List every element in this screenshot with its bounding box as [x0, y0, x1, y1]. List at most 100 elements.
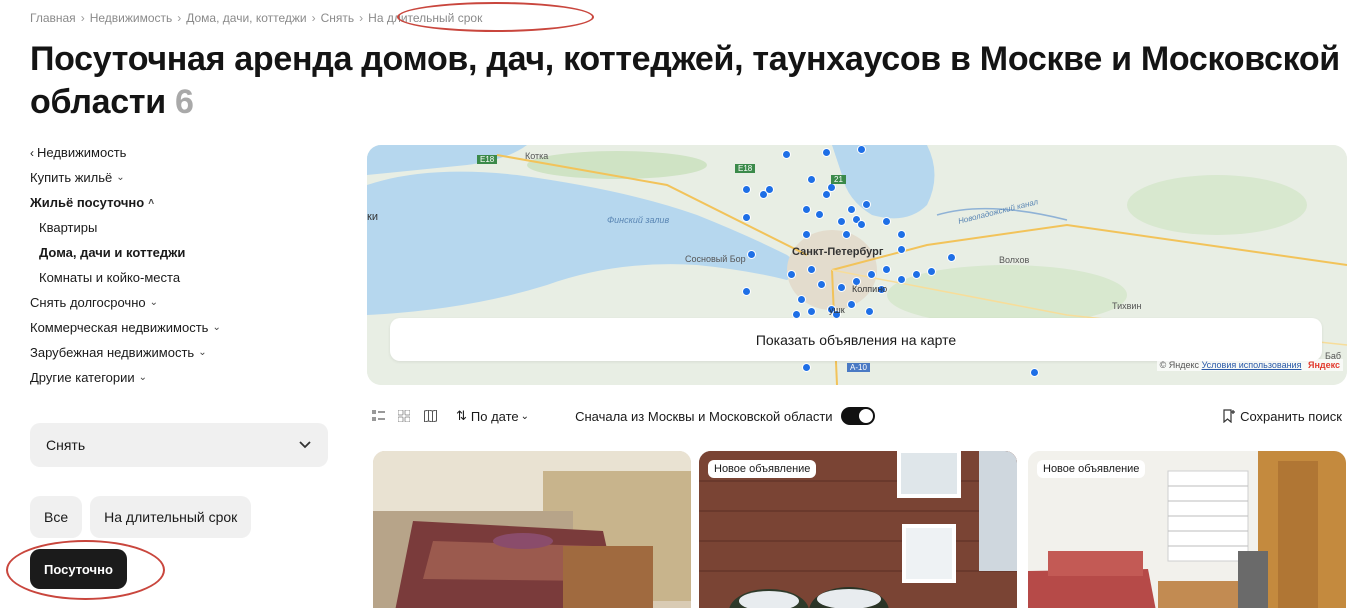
bookmark-plus-icon: [1223, 409, 1236, 423]
map-pin[interactable]: [897, 230, 906, 239]
deal-type-value: Снять: [46, 437, 86, 453]
sidebar-item-label: Снять долгосрочно: [30, 295, 146, 310]
map-label-sosnovy-bor: Сосновый Бор: [685, 254, 746, 264]
save-search-button[interactable]: Сохранить поиск: [1223, 409, 1342, 424]
breadcrumb-houses[interactable]: Дома, дачи, коттеджи: [186, 11, 306, 25]
period-daily-button[interactable]: Посуточно: [30, 549, 127, 589]
sidebar-item-daily[interactable]: Жильё посуточно ˄: [30, 190, 330, 215]
sidebar-item-buy[interactable]: Купить жильё ⌄: [30, 165, 330, 190]
map-label-gulf: Финский залив: [607, 215, 670, 225]
map-pin[interactable]: [912, 270, 921, 279]
map-pin[interactable]: [1030, 368, 1039, 377]
moscow-first-label: Сначала из Москвы и Московской области: [575, 408, 833, 424]
map-pin[interactable]: [927, 267, 936, 276]
breadcrumb-separator: ›: [359, 11, 364, 25]
map-pin[interactable]: [897, 275, 906, 284]
map-pin[interactable]: [742, 213, 751, 222]
map-pin[interactable]: [782, 150, 791, 159]
breadcrumb-separator: ›: [80, 11, 85, 25]
sidebar-item-rooms[interactable]: Комнаты и койко-места: [30, 265, 330, 290]
period-long-term-button[interactable]: На длительный срок: [90, 496, 252, 538]
map-label-road-21: 21: [831, 175, 846, 184]
map-pin[interactable]: [807, 265, 816, 274]
sidebar-item-label: Дома, дачи и коттеджи: [39, 245, 186, 260]
map-pin[interactable]: [807, 175, 816, 184]
sidebar-back-label: Недвижимость: [37, 145, 127, 160]
sidebar-item-label: Жильё посуточно: [30, 195, 145, 210]
map-pin[interactable]: [862, 200, 871, 209]
chevron-down-icon: ⌄: [138, 372, 148, 383]
map-label-volkhov: Волхов: [999, 255, 1030, 265]
map-pin[interactable]: [765, 185, 774, 194]
chevron-down-icon: ⌄: [212, 322, 221, 333]
page-title: Посуточная аренда домов, дач, коттеджей,…: [30, 38, 1350, 124]
period-all-button[interactable]: Все: [30, 496, 83, 538]
map-pin[interactable]: [797, 295, 806, 304]
map-pin[interactable]: [807, 307, 816, 316]
map-pin[interactable]: [947, 253, 956, 262]
results-toolbar: ⇅ По дате ⌄ Сначала из Москвы и Московск…: [370, 404, 1342, 428]
breadcrumb: Главная › Недвижимость › Дома, дачи, котте…: [30, 11, 482, 25]
sidebar-item-label: Зарубежная недвижимость: [30, 345, 195, 360]
map-label-tikhvin: Тихвин: [1112, 301, 1142, 311]
deal-type-select[interactable]: Снять: [30, 423, 328, 467]
map-pin[interactable]: [747, 250, 756, 259]
map-pin[interactable]: [787, 270, 796, 279]
new-listing-badge: Новое объявление: [708, 460, 817, 478]
moscow-first-toggle[interactable]: [840, 407, 875, 425]
yandex-logo: Яндекс: [1307, 360, 1340, 370]
map-pin[interactable]: [742, 287, 751, 296]
map-pin[interactable]: [882, 217, 891, 226]
map-pin[interactable]: [897, 245, 906, 254]
breadcrumb-realty[interactable]: Недвижимость: [90, 11, 173, 25]
map-copyright: © Яндекс Условия использования Яндекс: [1156, 359, 1343, 371]
sidebar-item-label: Комнаты и койко-места: [39, 270, 181, 285]
list-view-icon[interactable]: [370, 408, 386, 424]
map-pin[interactable]: [802, 230, 811, 239]
map-pin[interactable]: [742, 185, 751, 194]
map-pin[interactable]: [817, 280, 826, 289]
sidebar-item-apartments[interactable]: Квартиры: [30, 215, 330, 240]
listing-card[interactable]: Новое объявление: [699, 451, 1017, 608]
map-terms-link[interactable]: Условия использования: [1202, 360, 1302, 370]
sidebar-item-label: Коммерческая недвижимость: [30, 320, 209, 335]
map-pin[interactable]: [815, 210, 824, 219]
map-pin[interactable]: [802, 205, 811, 214]
map-pin[interactable]: [847, 205, 856, 214]
sidebar-item-houses[interactable]: Дома, дачи и коттеджи: [30, 240, 330, 265]
map-pin[interactable]: [847, 300, 856, 309]
grid-view-icon[interactable]: [396, 408, 412, 424]
map-pin[interactable]: [837, 217, 846, 226]
map-label-kolpino: Колпино: [852, 284, 888, 294]
breadcrumb-long-term: На длительный срок: [368, 11, 483, 25]
map-pin[interactable]: [842, 230, 851, 239]
map-pin[interactable]: [837, 283, 846, 292]
map-pin[interactable]: [822, 148, 831, 157]
map-view-icon[interactable]: [422, 408, 438, 424]
map-pin[interactable]: [882, 265, 891, 274]
show-on-map-button[interactable]: Показать объявления на карте: [390, 318, 1322, 361]
map-pin[interactable]: [827, 183, 836, 192]
map-label-road-e18: E18: [477, 155, 498, 164]
sidebar-item-foreign[interactable]: Зарубежная недвижимость ⌄: [30, 340, 330, 365]
listing-card[interactable]: Новое объявление: [1028, 451, 1346, 608]
map-pin[interactable]: [867, 270, 876, 279]
map-preview[interactable]: Котка E18 E18 21 ки Финский залив Новола…: [367, 145, 1347, 385]
sort-dropdown[interactable]: ⇅ По дате ⌄: [456, 408, 529, 424]
sidebar-back-realty[interactable]: ‹ Недвижимость: [30, 140, 330, 165]
chevron-left-icon: ‹: [30, 145, 34, 160]
sidebar-item-other[interactable]: Другие категории ⌄: [30, 365, 330, 390]
map-pin[interactable]: [857, 145, 866, 154]
sidebar: ‹ Недвижимость Купить жильё ⌄ Жильё посу…: [30, 140, 330, 390]
sidebar-item-commercial[interactable]: Коммерческая недвижимость ⌄: [30, 315, 330, 340]
map-pin[interactable]: [857, 220, 866, 229]
breadcrumb-home[interactable]: Главная: [30, 11, 76, 25]
listing-card[interactable]: [373, 451, 691, 608]
map-label-road-a10: А-10: [847, 363, 870, 372]
map-pin[interactable]: [865, 307, 874, 316]
chevron-down-icon: ⌄: [149, 297, 158, 308]
sidebar-item-long-rent[interactable]: Снять долгосрочно ⌄: [30, 290, 330, 315]
new-listing-badge: Новое объявление: [1037, 460, 1146, 478]
breadcrumb-rent[interactable]: Снять: [321, 11, 355, 25]
map-pin[interactable]: [802, 363, 811, 372]
